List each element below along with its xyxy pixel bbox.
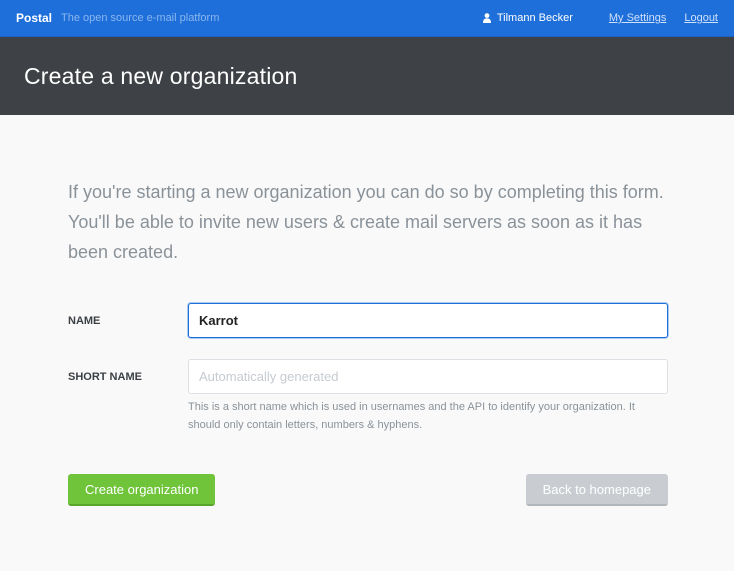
intro-text: If you're starting a new organization yo… [68,182,664,262]
form-actions: Create organization Back to homepage [68,474,668,506]
user-icon [482,13,491,23]
back-to-homepage-button[interactable]: Back to homepage [525,474,668,506]
page-title: Create a new organization [24,62,298,89]
current-user-name: Tilmann Becker [496,12,573,24]
logout-link[interactable]: Logout [684,12,718,24]
name-row: Name [68,303,668,338]
short-name-label: Short Name [68,371,142,383]
top-navigation-bar: Postal The open source e-mail platform T… [0,0,734,37]
name-input[interactable] [188,303,668,338]
name-field-wrapper [188,303,668,338]
short-name-field-wrapper: This is a short name which is used in us… [188,359,668,434]
brand-tagline: The open source e-mail platform [61,12,220,24]
short-name-row: Short Name This is a short name which is… [68,359,668,434]
short-name-hint: This is a short name which is used in us… [188,401,635,431]
new-organization-form: If you're starting a new organization yo… [0,115,668,506]
brand-logo[interactable]: Postal [16,11,52,25]
name-label: Name [68,315,101,327]
create-organization-button[interactable]: Create organization [68,474,216,506]
user-menu: Tilmann Becker My Settings Logout [482,12,718,24]
page-header: Create a new organization [0,37,734,115]
my-settings-link[interactable]: My Settings [609,12,666,24]
short-name-input[interactable] [188,359,668,394]
